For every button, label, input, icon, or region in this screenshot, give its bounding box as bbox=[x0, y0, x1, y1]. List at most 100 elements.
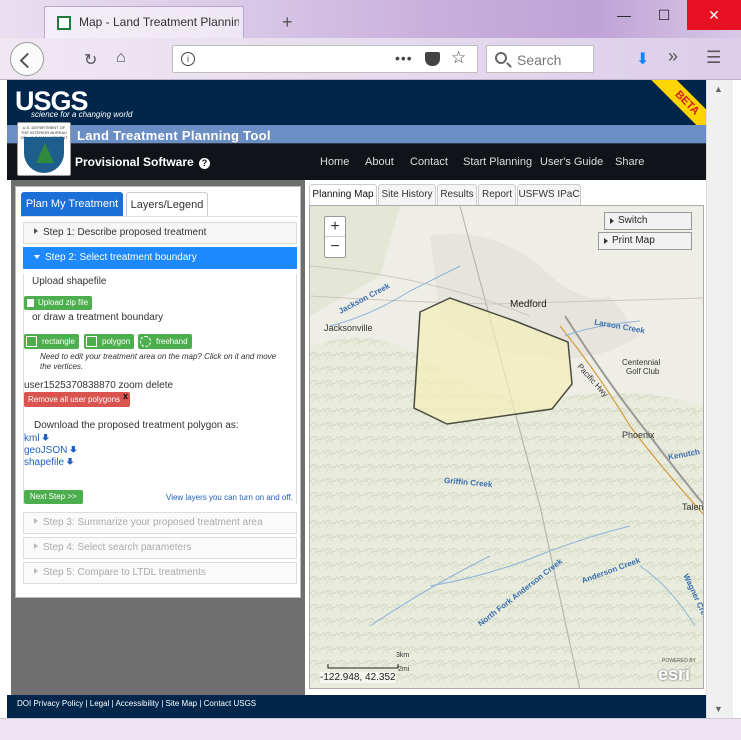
footer-doi-privacy[interactable]: DOI Privacy Policy bbox=[17, 699, 83, 708]
close-icon[interactable]: x bbox=[123, 389, 128, 404]
browser-tab[interactable]: Map - Land Treatment Planning bbox=[44, 6, 244, 38]
nav-contact[interactable]: Contact bbox=[410, 156, 448, 168]
download-icon bbox=[41, 434, 50, 441]
geojson-label: geoJSON bbox=[24, 445, 68, 456]
footer-contact-usgs[interactable]: Contact USGS bbox=[204, 699, 256, 708]
maximize-button[interactable]: ☐ bbox=[641, 0, 687, 30]
step-2-label: Step 2: Select treatment boundary bbox=[45, 252, 197, 263]
provisional-text: Provisional Software bbox=[75, 155, 194, 169]
map-favicon-icon bbox=[57, 16, 71, 30]
polygon-delete-link[interactable]: delete bbox=[146, 380, 173, 391]
zoom-control: + − bbox=[324, 216, 346, 258]
upload-zip-button[interactable]: Upload zip file bbox=[24, 296, 93, 310]
url-bar[interactable]: i ••• ☆ bbox=[172, 45, 478, 73]
tab-layers-legend[interactable]: Layers/Legend bbox=[126, 192, 208, 216]
file-icon bbox=[27, 299, 34, 307]
window-bottom-edge bbox=[0, 718, 741, 740]
pocket-icon[interactable] bbox=[425, 52, 440, 66]
provisional-software-label: Provisional Software ? bbox=[75, 155, 211, 169]
tree-icon bbox=[36, 143, 54, 163]
hamburger-menu-icon[interactable]: ☰ bbox=[706, 48, 721, 68]
caret-right-icon bbox=[604, 238, 608, 244]
tab-usfws-ipac[interactable]: USFWS IPaC bbox=[517, 184, 581, 206]
remove-all-polygons-button[interactable]: Remove all user polygons x bbox=[24, 389, 131, 407]
tab-site-history[interactable]: Site History bbox=[378, 184, 436, 206]
reload-icon[interactable]: ↻ bbox=[84, 50, 97, 70]
map-label-phoenix: Phoenix bbox=[622, 430, 655, 440]
nav-about[interactable]: About bbox=[365, 156, 394, 168]
left-panel-container: Plan My Treatment Layers/Legend Step 1: … bbox=[11, 180, 305, 695]
download-kml-link[interactable]: kml bbox=[24, 433, 50, 444]
zoom-out-button[interactable]: − bbox=[325, 237, 345, 257]
step-5-header[interactable]: Step 5: Compare to LTDL treatments bbox=[23, 562, 297, 584]
back-button[interactable] bbox=[10, 42, 44, 76]
rectangle-icon bbox=[26, 336, 37, 347]
caret-down-icon bbox=[34, 255, 40, 259]
scroll-down-icon[interactable]: ▼ bbox=[714, 704, 723, 714]
bookmark-star-icon[interactable]: ☆ bbox=[451, 48, 466, 68]
footer-accessibility[interactable]: Accessibility bbox=[115, 699, 159, 708]
nav-start-planning[interactable]: Start Planning bbox=[463, 156, 532, 168]
search-input[interactable]: Search bbox=[486, 45, 594, 73]
switch-basemap-button[interactable]: Switch Basemap bbox=[604, 212, 692, 242]
info-icon[interactable]: i bbox=[181, 52, 195, 66]
step-1-header[interactable]: Step 1: Describe proposed treatment bbox=[23, 222, 297, 244]
polygon-entry: user1525370838870 zoom delete bbox=[24, 380, 173, 391]
freehand-label: freehand bbox=[156, 337, 188, 346]
planning-map[interactable]: + − Switch Basemap Print Map Medford Jac… bbox=[309, 205, 704, 689]
rectangle-button[interactable]: rectangle bbox=[24, 334, 79, 349]
zoom-in-button[interactable]: + bbox=[325, 217, 345, 237]
tab-report[interactable]: Report bbox=[478, 184, 516, 206]
page-actions-icon[interactable]: ••• bbox=[395, 50, 413, 66]
view-layers-link[interactable]: View layers you can turn on and off. bbox=[166, 493, 293, 502]
overflow-chevron-icon[interactable]: » bbox=[668, 46, 678, 67]
nav-share[interactable]: Share bbox=[615, 156, 644, 168]
step-4-header[interactable]: Step 4: Select search parameters bbox=[23, 537, 297, 559]
caret-right-icon bbox=[34, 568, 38, 574]
caret-right-icon bbox=[34, 228, 38, 234]
step-3-header[interactable]: Step 3: Summarize your proposed treatmen… bbox=[23, 512, 297, 534]
new-tab-icon[interactable]: + bbox=[282, 12, 293, 33]
step-4-label: Step 4: Select search parameters bbox=[43, 542, 192, 553]
print-map-button[interactable]: Print Map bbox=[598, 232, 692, 250]
upload-shapefile-label: Upload shapefile bbox=[32, 276, 107, 287]
polygon-label: polygon bbox=[102, 337, 131, 346]
polygon-button[interactable]: polygon bbox=[84, 334, 135, 349]
caret-right-icon bbox=[34, 518, 38, 524]
web-page: USGS science for a changing world BETA L… bbox=[7, 80, 706, 718]
tab-plan-my-treatment[interactable]: Plan My Treatment bbox=[21, 192, 123, 216]
freehand-icon bbox=[140, 336, 151, 347]
download-geojson-link[interactable]: geoJSON bbox=[24, 445, 77, 456]
page-scrollbar[interactable]: ▲ ▼ bbox=[706, 80, 733, 718]
close-window-button[interactable]: ✕ bbox=[687, 0, 741, 30]
download-shapefile-link[interactable]: shapefile bbox=[24, 457, 74, 468]
download-icon[interactable]: ⬇ bbox=[636, 49, 649, 69]
step-2-header[interactable]: Step 2: Select treatment boundary bbox=[23, 247, 297, 269]
tab-planning-map[interactable]: Planning Map bbox=[309, 184, 377, 206]
footer-site-map[interactable]: Site Map bbox=[166, 699, 198, 708]
step-2-body: Upload shapefile Upload zip file or draw… bbox=[23, 274, 297, 504]
search-placeholder: Search bbox=[517, 52, 562, 68]
esri-logo[interactable]: esri bbox=[658, 664, 690, 685]
nav-users-guide[interactable]: User's Guide bbox=[540, 156, 603, 168]
download-icon bbox=[69, 446, 77, 453]
map-canvas bbox=[310, 206, 703, 688]
tool-title: Land Treatment Planning Tool bbox=[77, 128, 271, 143]
step-5-label: Step 5: Compare to LTDL treatments bbox=[43, 567, 206, 578]
map-label-talent: Talent bbox=[682, 502, 704, 512]
help-icon[interactable]: ? bbox=[199, 158, 211, 169]
step-3-label: Step 3: Summarize your proposed treatmen… bbox=[43, 517, 263, 528]
nav-home[interactable]: Home bbox=[320, 156, 349, 168]
next-step-button[interactable]: Next Step >> bbox=[24, 490, 83, 504]
doi-blm-badge: U.S. DEPARTMENT OF THE INTERIOR BUREAU O… bbox=[17, 122, 71, 176]
freehand-button[interactable]: freehand bbox=[138, 334, 192, 349]
tab-title: Map - Land Treatment Planning bbox=[79, 15, 239, 29]
scroll-up-icon[interactable]: ▲ bbox=[714, 84, 723, 94]
tab-results[interactable]: Results bbox=[437, 184, 477, 206]
download-label: Download the proposed treatment polygon … bbox=[34, 420, 239, 431]
usgs-header: USGS science for a changing world BETA bbox=[7, 80, 706, 152]
polygon-name: user1525370838870 bbox=[24, 380, 116, 391]
map-label-centennial: Centennial bbox=[622, 358, 661, 367]
footer-legal[interactable]: Legal bbox=[90, 699, 110, 708]
home-icon[interactable]: ⌂ bbox=[116, 49, 126, 67]
